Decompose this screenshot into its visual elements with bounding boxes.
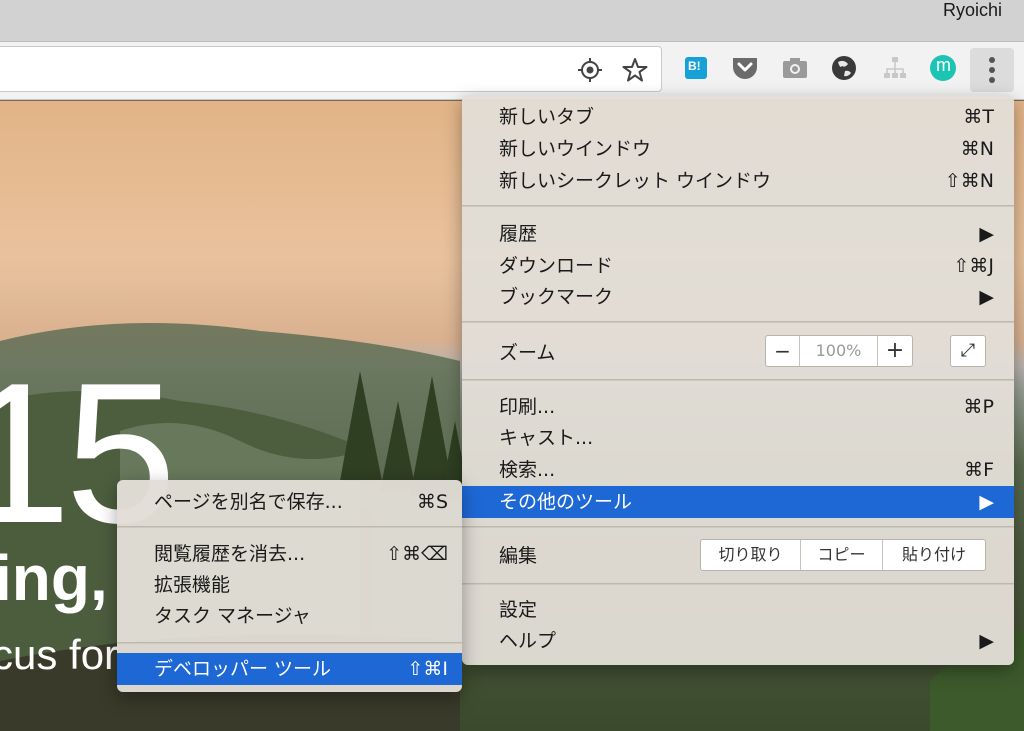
menu-item-label: 新しいウインドウ [499, 138, 652, 160]
submenu-arrow-icon: ▶ [979, 223, 994, 245]
menu-item-more-tools[interactable]: その他のツール ▶ [462, 486, 1014, 518]
shortcut-label: ⌘F [964, 459, 994, 481]
menu-item-bookmarks[interactable]: ブックマーク ▶ [462, 281, 1014, 313]
menu-separator [462, 526, 1014, 528]
shortcut-label: ⌘T [963, 106, 994, 128]
fullscreen-button[interactable]: ⤢ [950, 335, 986, 367]
hero-tagline: ing, [0, 542, 108, 614]
menu-item-help[interactable]: ヘルプ ▶ [462, 625, 1014, 657]
menu-separator [117, 642, 462, 644]
menu-item-label: その他のツール [499, 491, 633, 513]
menu-item-settings[interactable]: 設定 [462, 594, 1014, 626]
menu-item-label: ダウンロード [499, 255, 614, 277]
menu-separator [462, 379, 1014, 381]
submenu-arrow-icon: ▶ [979, 630, 994, 652]
star-icon[interactable] [622, 57, 648, 83]
hatena-label: B! [688, 59, 701, 73]
menu-item-label: ページを別名で保存... [154, 491, 343, 513]
address-bar[interactable] [0, 46, 662, 92]
menu-item-label: 編集 [499, 545, 538, 567]
menu-item-save-page[interactable]: ページを別名で保存... ⌘S [117, 486, 462, 518]
menu-item-label: ブックマーク [499, 286, 614, 308]
zoom-in-button[interactable]: + [878, 336, 912, 366]
menu-item-new-tab[interactable]: 新しいタブ ⌘T [462, 101, 1014, 133]
paste-button[interactable]: 貼り付け [883, 540, 985, 570]
browser-toolbar: B! m [0, 42, 1024, 100]
sitemap-icon[interactable] [881, 54, 909, 82]
menu-separator [117, 526, 462, 528]
cut-button[interactable]: 切り取り [701, 540, 801, 570]
more-tools-submenu: ページを別名で保存... ⌘S 閲覧履歴を消去... ⇧⌘⌫ 拡張機能 タスク … [117, 480, 462, 692]
menu-item-label: キャスト... [499, 427, 594, 449]
shortcut-label: ⇧⌘J [953, 255, 994, 277]
browser-menu-button[interactable] [970, 48, 1014, 92]
zoom-control: − 100% + [765, 335, 913, 367]
zoom-level: 100% [800, 336, 878, 366]
camera-icon[interactable] [781, 54, 809, 82]
submenu-arrow-icon: ▶ [979, 286, 994, 308]
shortcut-label: ⌘N [960, 138, 994, 160]
menu-item-developer-tools[interactable]: デベロッパー ツール ⇧⌘I [117, 653, 462, 685]
menu-item-extensions[interactable]: 拡張機能 [117, 569, 462, 601]
fullscreen-icon: ⤢ [960, 340, 976, 361]
menu-dot [989, 77, 995, 83]
menu-item-new-window[interactable]: 新しいウインドウ ⌘N [462, 133, 1014, 165]
menu-separator [462, 583, 1014, 585]
menu-item-label: 新しいシークレット ウインドウ [499, 170, 772, 192]
menu-dot [989, 57, 995, 63]
menu-item-label: デベロッパー ツール [154, 658, 332, 680]
system-menu-bar: Ryoichi [0, 0, 1024, 42]
globe-icon[interactable] [830, 54, 858, 82]
hatena-bookmark-icon[interactable]: B! [683, 54, 711, 82]
m-avatar-label: m [936, 55, 951, 75]
menu-item-new-incognito[interactable]: 新しいシークレット ウインドウ ⇧⌘N [462, 165, 1014, 197]
zoom-out-button[interactable]: − [766, 336, 800, 366]
menu-item-cast[interactable]: キャスト... [462, 422, 1014, 454]
menu-item-find[interactable]: 検索... ⌘F [462, 454, 1014, 486]
browser-main-menu: 新しいタブ ⌘T 新しいウインドウ ⌘N 新しいシークレット ウインドウ ⇧⌘N… [462, 95, 1014, 665]
menu-item-label: 設定 [499, 599, 538, 621]
menu-item-label: ヘルプ [499, 630, 557, 652]
hero-subtitle: cus for [0, 631, 119, 678]
menu-item-label: 検索... [499, 459, 556, 481]
shortcut-label: ⌘S [416, 491, 448, 513]
user-name[interactable]: Ryoichi [943, 0, 1002, 21]
menu-item-label: 履歴 [499, 223, 538, 245]
shortcut-label: ⇧⌘N [944, 170, 994, 192]
copy-button[interactable]: コピー [801, 540, 883, 570]
shortcut-label: ⌘P [963, 396, 994, 418]
menu-separator [462, 205, 1014, 207]
menu-separator [462, 321, 1014, 323]
shortcut-label: ⇧⌘I [407, 658, 448, 680]
pocket-icon[interactable] [730, 54, 758, 82]
edit-control: 切り取り コピー 貼り付け [700, 539, 986, 571]
menu-item-label: 閲覧履歴を消去... [154, 543, 306, 565]
menu-item-history[interactable]: 履歴 ▶ [462, 218, 1014, 250]
menu-item-label: ズーム [499, 342, 556, 364]
menu-item-label: タスク マネージャ [154, 605, 311, 627]
menu-dot [989, 67, 995, 73]
menu-item-label: 拡張機能 [154, 574, 231, 596]
menu-item-zoom: ズーム [462, 337, 1014, 369]
menu-item-print[interactable]: 印刷... ⌘P [462, 391, 1014, 423]
menu-item-clear-browsing-data[interactable]: 閲覧履歴を消去... ⇧⌘⌫ [117, 538, 462, 570]
menu-item-downloads[interactable]: ダウンロード ⇧⌘J [462, 250, 1014, 282]
menu-item-label: 印刷... [499, 396, 556, 418]
menu-item-label: 新しいタブ [499, 106, 595, 128]
m-avatar-icon[interactable]: m [929, 54, 957, 82]
shortcut-label: ⇧⌘⌫ [386, 543, 448, 565]
menu-item-task-manager[interactable]: タスク マネージャ [117, 600, 462, 632]
location-target-icon[interactable] [577, 57, 603, 83]
submenu-arrow-icon: ▶ [979, 491, 994, 513]
